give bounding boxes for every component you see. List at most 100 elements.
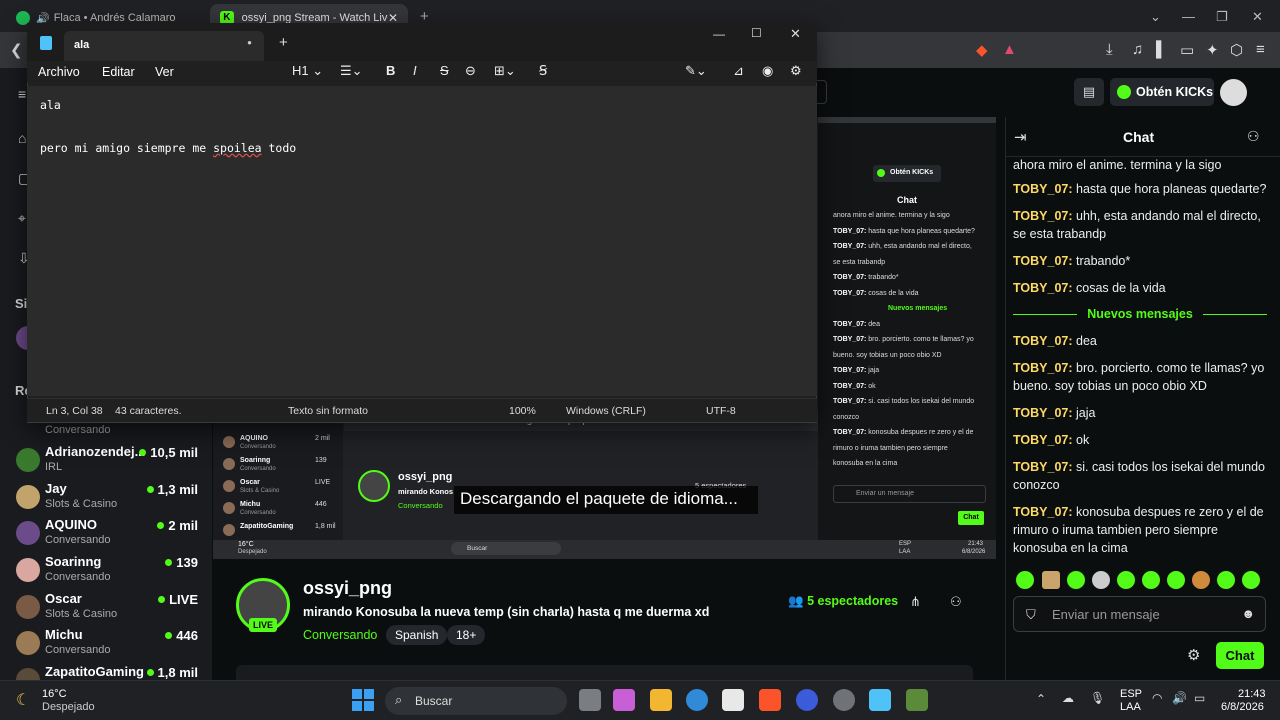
copilot-icon[interactable]	[613, 689, 635, 711]
chevron-down-icon[interactable]: ⌄	[1150, 9, 1161, 25]
menu-icon[interactable]: ≡	[1256, 41, 1265, 58]
obtain-kicks-button[interactable]: Obtén KICKs	[1110, 78, 1214, 106]
layout-icon[interactable]: ▤	[1074, 78, 1104, 106]
tag-language[interactable]: Spanish	[386, 625, 448, 645]
restore-icon[interactable]: ❐	[1216, 9, 1228, 25]
zoom-level[interactable]: 100%	[509, 405, 536, 417]
share-icon[interactable]: ⋔	[910, 594, 921, 610]
emote-icon[interactable]	[1067, 571, 1085, 589]
music-icon[interactable]: ♫	[1132, 41, 1143, 58]
back-icon[interactable]: ❮	[10, 41, 23, 59]
emoji-icon[interactable]: ☻	[1241, 606, 1255, 621]
emote-icon[interactable]	[1042, 571, 1060, 589]
chevron-up-icon[interactable]: ⌃	[1036, 692, 1046, 706]
chat-input[interactable]: ⛉ Enviar un mensaje ☻	[1013, 596, 1266, 632]
chat-send-button[interactable]: Chat	[1216, 642, 1264, 669]
volume-icon[interactable]: 🔊	[1172, 691, 1187, 705]
list-item[interactable]: Adrianozendej... IRL 10,5 mil	[14, 444, 204, 480]
file-explorer-icon[interactable]	[650, 689, 672, 711]
chat-username[interactable]: TOBY_07:	[1013, 406, 1076, 420]
notepad-taskbar-icon[interactable]	[869, 689, 891, 711]
heading-dropdown[interactable]: H1 ⌄	[292, 63, 323, 79]
emote-icon[interactable]	[1242, 571, 1260, 589]
cloud-icon[interactable]: ☁	[1062, 691, 1074, 705]
channel-name[interactable]: ossyi_png	[303, 578, 392, 599]
chat-username[interactable]: TOBY_07:	[1013, 505, 1076, 519]
chat-username[interactable]: TOBY_07:	[1013, 334, 1076, 348]
sidebar-icon[interactable]: ▌	[1156, 41, 1167, 58]
emote-icon[interactable]	[1016, 571, 1034, 589]
menu-view[interactable]: Ver	[155, 65, 174, 79]
chat-username[interactable]: TOBY_07:	[1013, 433, 1076, 447]
taskbar-temp[interactable]: 16°C	[42, 688, 67, 700]
follow-icon[interactable]: ⚇	[950, 594, 962, 610]
taskbar-date[interactable]: 6/8/2026	[1221, 701, 1264, 713]
emote-icon[interactable]	[1167, 571, 1185, 589]
microphone-icon[interactable]: 🎙	[1090, 691, 1105, 705]
list-item[interactable]: ZapatitoGaming 1,8 mil	[14, 664, 204, 680]
emote-icon[interactable]	[1192, 571, 1210, 589]
taskbar-lang2[interactable]: LAA	[1120, 701, 1141, 713]
close-icon[interactable]: ✕	[790, 26, 801, 42]
italic-icon[interactable]: I	[413, 63, 417, 78]
tag-icon[interactable]: ⌖	[18, 210, 26, 227]
tag-age[interactable]: 18+	[447, 625, 486, 645]
brave-icon[interactable]	[759, 689, 781, 711]
wallet-icon[interactable]: ▭	[1180, 41, 1194, 59]
maximize-icon[interactable]: ☐	[751, 26, 762, 40]
bold-icon[interactable]: B	[386, 63, 395, 78]
stream-category[interactable]: Conversando	[303, 628, 377, 642]
wifi-icon[interactable]: ◠	[1152, 691, 1162, 705]
list-icon[interactable]: ☰⌄	[340, 63, 363, 79]
chat-username[interactable]: TOBY_07:	[1013, 209, 1076, 223]
users-icon[interactable]: ⚇	[1247, 128, 1260, 145]
list-item[interactable]: Jay Slots & Casino 1,3 mil	[14, 481, 204, 517]
taskbar-weather[interactable]: Despejado	[42, 701, 95, 713]
close-window-icon[interactable]: ✕	[1252, 9, 1263, 25]
clear-format-icon[interactable]: Ꞩ	[539, 63, 547, 79]
start-icon[interactable]	[352, 689, 374, 711]
brave-shield-icon[interactable]: ◆	[976, 41, 988, 59]
emote-icon[interactable]	[1117, 571, 1135, 589]
leo-icon[interactable]: ✦	[1206, 41, 1219, 59]
list-item[interactable]: Oscar Slots & Casino LIVE	[14, 591, 204, 627]
copilot-icon[interactable]: ✎⌄	[685, 63, 707, 79]
hamburger-icon[interactable]: ≡	[18, 86, 26, 102]
notepad-tab[interactable]: ala ●	[64, 31, 264, 61]
messenger-icon[interactable]	[796, 689, 818, 711]
minimize-icon[interactable]: —	[1182, 9, 1195, 24]
brave-rewards-icon[interactable]: ▲	[1002, 41, 1017, 58]
chat-username[interactable]: TOBY_07:	[1013, 182, 1076, 196]
menu-file[interactable]: Archivo	[38, 65, 80, 79]
list-item[interactable]: AQUINO Conversando 2 mil	[14, 517, 204, 553]
emote-icon[interactable]	[1092, 571, 1110, 589]
strikethrough-icon[interactable]: S	[440, 63, 449, 78]
vpn-icon[interactable]: ⬡	[1230, 41, 1243, 59]
add-tab-button[interactable]: +	[279, 34, 288, 51]
edge-icon[interactable]	[686, 689, 708, 711]
settings-icon[interactable]: ⚙	[790, 63, 802, 79]
taskbar-search[interactable]: ⌕ Buscar	[385, 687, 567, 715]
task-view-icon[interactable]	[579, 689, 601, 711]
minimize-icon[interactable]: —	[713, 27, 725, 41]
emote-icon[interactable]	[1217, 571, 1235, 589]
table-icon[interactable]: ⊞⌄	[494, 63, 516, 79]
list-item[interactable]: Michu Conversando 446	[14, 627, 204, 663]
chat-username[interactable]: TOBY_07:	[1013, 460, 1076, 474]
user-avatar[interactable]	[1220, 79, 1247, 106]
collapse-chat-icon[interactable]: ⇥	[1014, 128, 1027, 146]
store-icon[interactable]	[722, 689, 744, 711]
chat-username[interactable]: TOBY_07:	[1013, 254, 1076, 268]
app-icon[interactable]	[833, 689, 855, 711]
feedback-icon[interactable]: ⊿	[733, 63, 744, 79]
notepad-editor[interactable]: ala pero mi amigo siempre me spoilea tod…	[27, 86, 817, 396]
account-icon[interactable]: ◉	[762, 63, 773, 79]
chat-username[interactable]: TOBY_07:	[1013, 361, 1076, 375]
list-item[interactable]: Soarinng Conversando 139	[14, 554, 204, 590]
download-icon[interactable]: ⤓	[1106, 41, 1113, 58]
chat-username[interactable]: TOBY_07:	[1013, 281, 1076, 295]
minecraft-icon[interactable]	[906, 689, 928, 711]
taskbar-lang[interactable]: ESP	[1120, 688, 1142, 700]
battery-icon[interactable]: ▭	[1194, 691, 1205, 705]
gear-icon[interactable]: ⚙	[1187, 646, 1200, 664]
